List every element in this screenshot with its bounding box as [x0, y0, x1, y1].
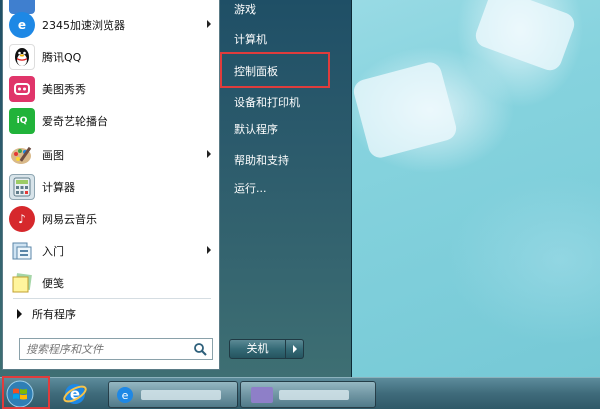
right-item-games[interactable]: 游戏: [226, 0, 336, 23]
program-item-2345-browser[interactable]: e 2345加速浏览器: [9, 10, 215, 40]
shutdown-options-button[interactable]: [286, 339, 304, 359]
start-menu-programs-pane: e 2345加速浏览器 腾讯QQ 美图秀秀 iQ 爱奇艺轮播台 画图 计算器 ♪…: [2, 0, 220, 370]
search-input[interactable]: [26, 342, 186, 356]
program-item-iqiyi[interactable]: iQ 爱奇艺轮播台: [9, 106, 215, 136]
start-button-highlight: [2, 376, 50, 409]
submenu-arrow-icon: [207, 246, 211, 254]
shutdown-group: 关机: [229, 339, 304, 359]
program-item-calculator[interactable]: 计算器: [9, 172, 215, 202]
program-item-netease-music[interactable]: ♪ 网易云音乐: [9, 204, 215, 234]
right-item-run[interactable]: 运行...: [226, 176, 336, 202]
chevron-right-icon: [292, 345, 297, 353]
qq-penguin-icon: [9, 44, 35, 70]
netease-music-icon: ♪: [9, 206, 35, 232]
blurred-window-title: [141, 390, 221, 400]
wallpaper-ice-cube: [472, 0, 578, 74]
program-item-meitu[interactable]: 美图秀秀: [9, 74, 215, 104]
submenu-arrow-icon: [207, 150, 211, 158]
program-item-paint[interactable]: 画图: [9, 140, 215, 170]
taskbar-window-button[interactable]: [240, 381, 376, 408]
program-item-getting-started[interactable]: 入门: [9, 236, 215, 266]
start-menu: e 2345加速浏览器 腾讯QQ 美图秀秀 iQ 爱奇艺轮播台 画图 计算器 ♪…: [0, 0, 352, 377]
right-item-default-programs[interactable]: 默认程序: [226, 117, 336, 143]
shutdown-button[interactable]: 关机: [229, 339, 286, 359]
getting-started-icon: [9, 238, 35, 264]
right-item-help-support[interactable]: 帮助和支持: [226, 148, 336, 174]
program-item-qq[interactable]: 腾讯QQ: [9, 42, 215, 72]
sticky-notes-icon: [9, 270, 35, 296]
iqiyi-icon: iQ: [9, 108, 35, 134]
calculator-icon: [9, 174, 35, 200]
blurred-window-title: [279, 390, 349, 400]
blurred-window-thumbnail: [251, 387, 273, 403]
taskbar-window-button[interactable]: e: [108, 381, 238, 408]
ie-taskbar-icon[interactable]: e: [58, 380, 92, 408]
paint-palette-icon: [9, 142, 35, 168]
wallpaper-ice-cube: [351, 59, 459, 161]
triangle-right-icon: [17, 309, 22, 319]
meitu-icon: [9, 76, 35, 102]
menu-separator: [13, 298, 211, 299]
right-item-devices-printers[interactable]: 设备和打印机: [226, 90, 336, 116]
taskbar: e e: [0, 377, 600, 409]
right-item-computer[interactable]: 计算机: [226, 27, 336, 53]
browser-icon: e: [117, 387, 133, 403]
browser-icon: e: [9, 12, 35, 38]
search-icon[interactable]: [193, 342, 207, 356]
svg-text:e: e: [122, 389, 129, 402]
control-panel-highlight: [220, 52, 330, 88]
search-box[interactable]: [19, 338, 213, 360]
submenu-arrow-icon: [207, 20, 211, 28]
all-programs-button[interactable]: 所有程序: [17, 306, 76, 322]
program-item-sticky-notes[interactable]: 便笺: [9, 268, 215, 298]
